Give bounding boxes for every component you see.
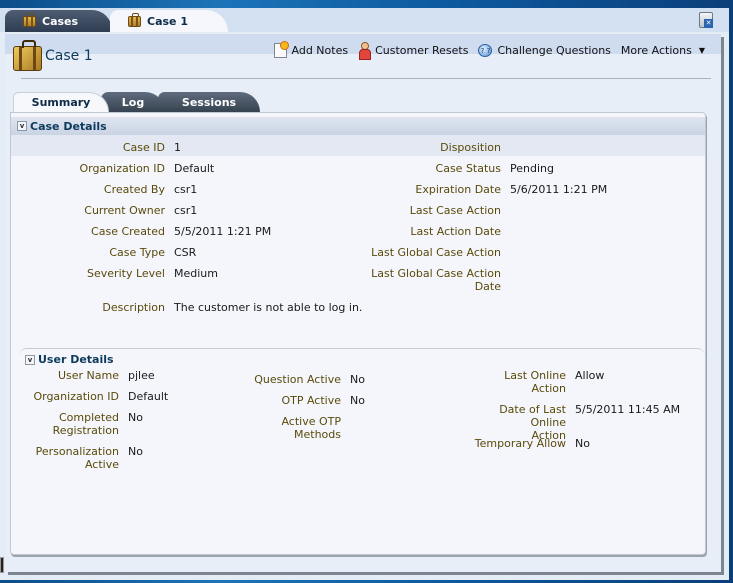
- case-field-value: csr1: [174, 204, 198, 217]
- case-field-label: Disposition: [440, 141, 501, 154]
- top-tab-bar: Cases Case 1: [0, 8, 729, 32]
- user-field-label: Question Active: [254, 373, 341, 386]
- case-field-value: Medium: [174, 267, 218, 280]
- tab-case-1[interactable]: Case 1: [110, 10, 228, 32]
- user-field-value: Allow: [575, 369, 605, 382]
- splitter-handle[interactable]: [0, 557, 4, 573]
- case-field-value: csr1: [174, 183, 198, 196]
- user-field-value: Default: [128, 390, 169, 403]
- page-title: Case 1: [13, 40, 93, 71]
- summary-panel: v Case Details v User Details Case ID 1 Or…: [10, 112, 706, 555]
- user-field-label: User Name: [57, 369, 119, 382]
- user-field-value: 5/5/2011 11:45 AM: [575, 403, 681, 416]
- more-actions-menu[interactable]: More Actions ▼: [621, 44, 705, 57]
- user-field-value: pjlee: [128, 369, 155, 382]
- case-field-label: Case Status: [435, 162, 501, 175]
- case-field-value: The customer is not able to log in.: [174, 301, 363, 314]
- add-note-icon: [273, 40, 289, 58]
- customer-resets-label: Customer Resets: [375, 43, 469, 57]
- add-notes-button[interactable]: Add Notes: [273, 40, 349, 58]
- chevron-down-icon[interactable]: v: [17, 121, 27, 131]
- user-details-header[interactable]: v User Details: [25, 353, 114, 366]
- case-field-label: Current Owner: [84, 204, 165, 217]
- case-field-value: Default: [174, 162, 215, 175]
- tab-label: Case 1: [147, 14, 188, 28]
- case-field-value: 5/5/2011 1:21 PM: [174, 225, 272, 238]
- case-field-label: Description: [102, 301, 165, 314]
- question-icon: ? ?: [478, 43, 493, 57]
- case-details-header[interactable]: v Case Details: [11, 117, 705, 135]
- user-field-label: Active OTP Methods: [281, 415, 341, 441]
- user-field-value: No: [128, 445, 143, 458]
- case-field-label: Last Global Case Action: [371, 246, 501, 259]
- section-title: User Details: [38, 353, 114, 366]
- divider: [21, 78, 711, 79]
- case-field-value: 1: [174, 141, 181, 154]
- case-field-label: Created By: [103, 183, 165, 196]
- tab-summary[interactable]: Summary: [13, 92, 109, 112]
- page-title-text: Case 1: [45, 47, 93, 64]
- case-field-label: Organization ID: [79, 162, 165, 175]
- case-field-label: Severity Level: [87, 267, 165, 280]
- case-content-panel: Case 1 Add Notes Customer Resets ? ? Cha…: [5, 34, 721, 572]
- case-field-label: Case Created: [91, 225, 165, 238]
- chevron-down-icon[interactable]: v: [25, 354, 35, 365]
- close-tab-icon[interactable]: [699, 12, 713, 28]
- case-field-value: Pending: [510, 162, 554, 175]
- tab-cases[interactable]: Cases: [5, 10, 112, 32]
- challenge-questions-button[interactable]: ? ? Challenge Questions: [478, 43, 611, 57]
- case-field-label: Case Type: [109, 246, 165, 259]
- user-field-value: No: [575, 437, 590, 450]
- user-field-label: Completed Registration: [52, 411, 119, 437]
- user-field-label: Last Online Action: [504, 369, 566, 395]
- challenge-questions-label: Challenge Questions: [497, 43, 611, 57]
- add-notes-label: Add Notes: [291, 43, 349, 57]
- customer-resets-button[interactable]: Customer Resets: [358, 42, 469, 60]
- briefcase-icon: [13, 40, 42, 71]
- case-field-label: Last Global Case Action Date: [371, 267, 501, 293]
- case-field-value: CSR: [174, 246, 197, 259]
- user-field-value: No: [128, 411, 143, 424]
- more-actions-label: More Actions: [620, 43, 692, 57]
- chevron-down-icon: ▼: [698, 45, 705, 55]
- person-icon: [358, 42, 372, 60]
- briefcase-icon: [23, 12, 36, 27]
- action-toolbar: Add Notes Customer Resets ? ? Challenge …: [273, 40, 705, 60]
- user-field-label: Personalization Active: [35, 445, 119, 471]
- user-field-label: Temporary Allow: [474, 437, 566, 450]
- case-field-label: Expiration Date: [415, 183, 501, 196]
- case-field-label: Last Case Action: [409, 204, 501, 217]
- section-title: Case Details: [30, 119, 107, 133]
- tab-label: Cases: [42, 14, 79, 28]
- user-field-label: Organization ID: [33, 390, 119, 403]
- user-field-value: No: [350, 373, 365, 386]
- sub-tab-bar: Summary Log Sessions: [13, 92, 273, 112]
- app-frame: Cases Case 1 Case 1 Add Notes Customer R…: [0, 8, 729, 580]
- case-field-label: Case ID: [122, 141, 165, 154]
- case-field-value: 5/6/2011 1:21 PM: [510, 183, 608, 196]
- briefcase-icon: [128, 12, 141, 27]
- case-field-label: Last Action Date: [410, 225, 501, 238]
- tab-log[interactable]: Log: [101, 92, 165, 112]
- tab-sessions[interactable]: Sessions: [158, 92, 260, 112]
- user-field-value: No: [350, 394, 365, 407]
- user-field-label: OTP Active: [281, 394, 341, 407]
